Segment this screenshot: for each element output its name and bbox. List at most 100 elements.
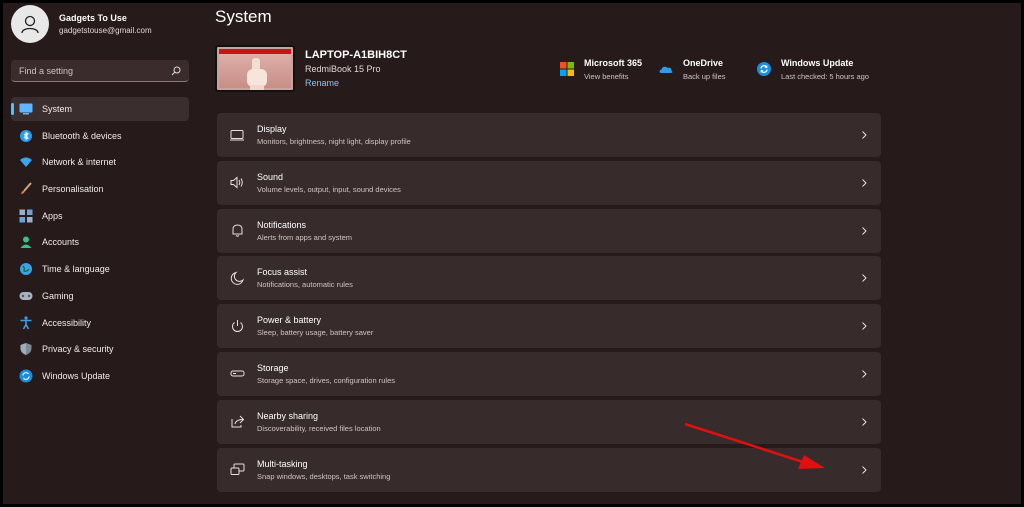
settings-row-focus-assist[interactable]: Focus assist Notifications, automatic rul… [217, 256, 881, 301]
chevron-right-icon [862, 417, 867, 426]
moon-icon [229, 270, 245, 286]
quick-title: Windows Update [781, 58, 854, 68]
search-box[interactable] [11, 60, 189, 82]
row-title: Storage [257, 362, 289, 373]
sidebar-item-label: Windows Update [42, 370, 111, 381]
quick-title: OneDrive [683, 58, 724, 68]
sidebar-item-system[interactable]: System [11, 97, 189, 121]
sidebar-item-privacy-security[interactable]: Privacy & security [11, 337, 189, 361]
sidebar-item-windows-update[interactable]: Windows Update [11, 364, 189, 388]
row-subtitle: Snap windows, desktops, task switching [257, 471, 391, 481]
display-icon [229, 127, 245, 143]
settings-row-storage[interactable]: Storage Storage space, drives, configurat… [217, 351, 881, 396]
power-icon [229, 318, 245, 334]
chevron-right-icon [862, 131, 867, 139]
bluetooth-icon [19, 129, 33, 143]
sidebar-item-label: System [42, 104, 73, 114]
sidebar-item-label: Network & internet [42, 157, 117, 168]
device-info: LAPTOP-A1BIH8CT RedmiBook 15 Pro Rename [215, 45, 407, 92]
chevron-right-icon [862, 370, 867, 378]
settings-window: Gadgets To Use gadgetstouse@gmail.com Sy… [3, 3, 1021, 504]
sidebar-item-label: Privacy & security [42, 344, 114, 355]
device-name: LAPTOP-A1BIH8CT [305, 49, 407, 61]
sidebar-item-label: Accounts [42, 237, 80, 248]
row-subtitle: Volume levels, output, input, sound devi… [257, 184, 401, 194]
bell-icon [229, 223, 245, 239]
sidebar-item-time-language[interactable]: Time & language [11, 257, 189, 281]
system-icon [19, 102, 33, 116]
accessibility-icon [19, 315, 33, 330]
sidebar-item-accessibility[interactable]: Accessibility [11, 311, 189, 335]
row-title: Nearby sharing [257, 410, 319, 421]
wifi-icon [19, 155, 33, 169]
chevron-right-icon [862, 226, 867, 235]
settings-list: Display Monitors, brightness, night light… [217, 113, 881, 495]
chevron-right-icon [862, 178, 867, 187]
quick-link-microsoft-365[interactable]: Microsoft 365 View benefits [560, 58, 642, 81]
speaker-icon [229, 175, 245, 191]
sidebar-item-accounts[interactable]: Accounts [11, 230, 189, 254]
user-profile[interactable]: Gadgets To Use gadgetstouse@gmail.com [11, 5, 152, 43]
sidebar-item-label: Accessibility [42, 317, 92, 328]
profile-email: gadgetstouse@gmail.com [59, 26, 152, 35]
settings-row-notifications[interactable]: Notifications Alerts from apps and system [217, 208, 881, 253]
row-title: Notifications [257, 219, 307, 230]
row-title: Focus assist [257, 267, 308, 278]
chevron-right-icon [862, 322, 867, 331]
sidebar-item-label: Personalisation [42, 184, 104, 195]
onedrive-icon [659, 66, 673, 73]
hand-illustration [247, 58, 267, 90]
gamepad-icon [19, 289, 33, 303]
sidebar-item-gaming[interactable]: Gaming [11, 284, 189, 308]
multitask-icon [229, 462, 245, 478]
row-title: Multi-tasking [257, 458, 308, 469]
microsoft-icon [560, 62, 574, 76]
user-icon [21, 15, 39, 34]
search-icon[interactable] [171, 66, 181, 76]
settings-row-multi-tasking[interactable]: Multi-tasking Snap windows, desktops, tas… [217, 447, 881, 492]
sidebar-nav: System Bluetooth & devices Network & inter… [11, 97, 189, 391]
sidebar-item-network-internet[interactable]: Network & internet [11, 150, 189, 174]
settings-row-nearby-sharing[interactable]: Nearby sharing Discoverability, received … [217, 399, 881, 444]
brush-icon [19, 182, 33, 196]
row-title: Sound [257, 171, 284, 182]
storage-icon [229, 366, 245, 382]
update-icon [19, 369, 33, 383]
sidebar-item-apps[interactable]: Apps [11, 204, 189, 228]
chevron-right-icon [862, 465, 867, 474]
page-title: System [215, 7, 272, 26]
shield-icon [19, 342, 33, 356]
sidebar-item-label: Gaming [42, 290, 74, 301]
search-input[interactable] [19, 65, 171, 76]
globe-icon [19, 262, 33, 276]
row-subtitle: Storage space, drives, configuration rul… [257, 375, 395, 385]
quick-title: Microsoft 365 [584, 58, 643, 68]
row-subtitle: Monitors, brightness, night light, displ… [257, 137, 411, 146]
settings-row-display[interactable]: Display Monitors, brightness, night light… [217, 113, 881, 157]
rename-link[interactable]: Rename [305, 78, 407, 88]
settings-row-sound[interactable]: Sound Volume levels, output, input, sound… [217, 160, 881, 205]
row-title: Power & battery [257, 315, 322, 326]
settings-row-power-battery[interactable]: Power & battery Sleep, battery usage, bat… [217, 304, 881, 349]
quick-sub: Last checked: 5 hours ago [781, 72, 869, 81]
quick-link-windows-update[interactable]: Windows Update Last checked: 5 hours ago [757, 58, 869, 81]
accounts-icon [19, 235, 33, 249]
apps-icon [19, 209, 33, 223]
sidebar: Gadgets To Use gadgetstouse@gmail.com Sy… [3, 3, 199, 504]
profile-name: Gadgets To Use [59, 13, 127, 23]
share-icon [229, 414, 245, 430]
sidebar-item-personalisation[interactable]: Personalisation [11, 177, 189, 201]
row-subtitle: Notifications, automatic rules [257, 280, 353, 290]
device-wallpaper-thumbnail [215, 45, 295, 92]
sidebar-item-label: Apps [42, 210, 63, 221]
row-subtitle: Discoverability, received files location [257, 423, 381, 433]
device-model: RedmiBook 15 Pro [305, 64, 381, 74]
quick-link-onedrive[interactable]: OneDrive Back up files [659, 58, 726, 81]
windows-update-icon [757, 62, 771, 76]
row-title: Display [257, 124, 287, 134]
quick-sub: View benefits [584, 72, 629, 81]
sidebar-item-bluetooth-devices[interactable]: Bluetooth & devices [11, 124, 189, 148]
row-subtitle: Sleep, battery usage, battery saver [257, 328, 374, 338]
row-subtitle: Alerts from apps and system [257, 232, 353, 242]
sidebar-item-label: Time & language [42, 264, 110, 275]
